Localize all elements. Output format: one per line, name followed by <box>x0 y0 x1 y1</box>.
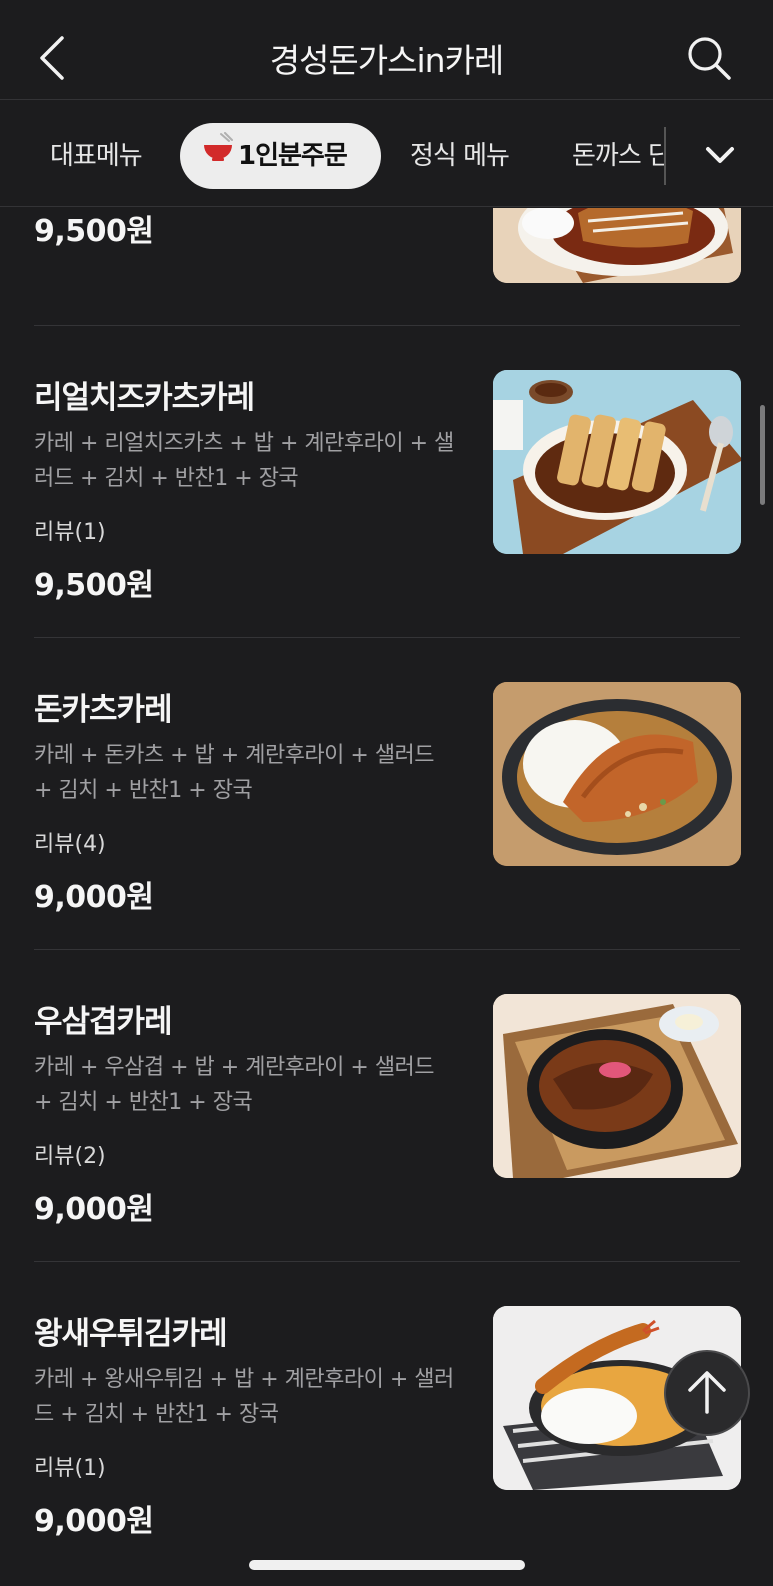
tab-label: 돈까스 단 <box>572 141 664 171</box>
menu-photo <box>493 994 741 1178</box>
item-name: 우삼겹카레 <box>34 1004 173 1040</box>
item-price: 9,500원 <box>34 568 154 603</box>
item-name: 돈카츠카레 <box>34 692 173 728</box>
item-review-count[interactable]: 리뷰(2) <box>34 1138 106 1170</box>
scroll-to-top-button[interactable] <box>664 1350 750 1436</box>
menu-photo <box>493 370 741 554</box>
tab-tonkatsu[interactable]: 돈까스 단 <box>572 123 664 189</box>
page-title: 경성돈가스in카레 <box>269 41 505 80</box>
search-icon <box>688 37 731 80</box>
menu-item[interactable]: 우삼겹카레 카레 + 우삼겹 + 밥 + 계란후라이 + 샐러드 + 김치 + … <box>0 950 773 1262</box>
tab-set-menu[interactable]: 정식 메뉴 <box>410 123 510 189</box>
menu-item[interactable]: 왕새우튀김카레 카레 + 왕새우튀김 + 밥 + 계란후라이 + 샐러드 + 김… <box>0 1262 773 1586</box>
menu-list: 9,500원 리얼치즈카츠카레 카레 + 리얼치즈카츠 + 밥 + 계란후라이 … <box>0 208 773 1586</box>
menu-item[interactable]: 돈카츠카레 카레 + 돈카츠 + 밥 + 계란후라이 + 샐러드 + 김치 + … <box>0 638 773 950</box>
item-price: 9,000원 <box>34 1504 154 1539</box>
search-button[interactable] <box>685 34 733 82</box>
tab-representative-menu[interactable]: 대표메뉴 <box>50 123 143 189</box>
scrollbar-thumb[interactable] <box>760 405 765 505</box>
item-review-count[interactable]: 리뷰(1) <box>34 1450 106 1482</box>
item-description: 카레 + 왕새우튀김 + 밥 + 계란후라이 + 샐러드 + 김치 + 반찬1 … <box>34 1367 454 1427</box>
tab-label: 1인분주문 <box>238 141 348 171</box>
item-description: 카레 + 우삼겹 + 밥 + 계란후라이 + 샐러드 + 김치 + 반찬1 + … <box>34 1055 435 1115</box>
home-indicator <box>249 1560 525 1570</box>
item-price: 9,000원 <box>34 1192 154 1227</box>
item-description: 카레 + 돈카츠 + 밥 + 계란후라이 + 샐러드 + 김치 + 반찬1 + … <box>34 743 435 803</box>
item-price: 9,500원 <box>34 214 154 249</box>
menu-item[interactable]: 리얼치즈카츠카레 카레 + 리얼치즈카츠 + 밥 + 계란후라이 + 샐러드 +… <box>0 326 773 638</box>
item-review-count[interactable]: 리뷰(1) <box>34 514 106 546</box>
chevron-down-icon <box>706 147 734 163</box>
item-review-count[interactable]: 리뷰(4) <box>34 826 106 858</box>
tab-label: 정식 메뉴 <box>410 141 510 171</box>
tab-divider <box>664 127 666 185</box>
bowl-icon <box>202 121 234 187</box>
expand-categories-button[interactable] <box>690 129 750 185</box>
item-name: 왕새우튀김카레 <box>34 1316 228 1352</box>
top-app-bar: 경성돈가스in카레 <box>0 0 773 100</box>
menu-photo <box>493 682 741 866</box>
tab-single-serving-order[interactable]: 1인분주문 <box>180 123 381 189</box>
category-tab-bar: 대표메뉴 1인분주문 정식 메뉴 돈까스 단 <box>0 101 773 207</box>
menu-photo <box>493 208 741 283</box>
item-description: 카레 + 리얼치즈카츠 + 밥 + 계란후라이 + 샐러드 + 김치 + 반찬1… <box>34 431 454 491</box>
item-price: 9,000원 <box>34 880 154 915</box>
tab-label: 대표메뉴 <box>50 141 143 171</box>
item-name: 리얼치즈카츠카레 <box>34 380 255 416</box>
arrow-up-icon <box>688 1371 726 1414</box>
menu-item[interactable]: 9,500원 <box>0 208 773 328</box>
